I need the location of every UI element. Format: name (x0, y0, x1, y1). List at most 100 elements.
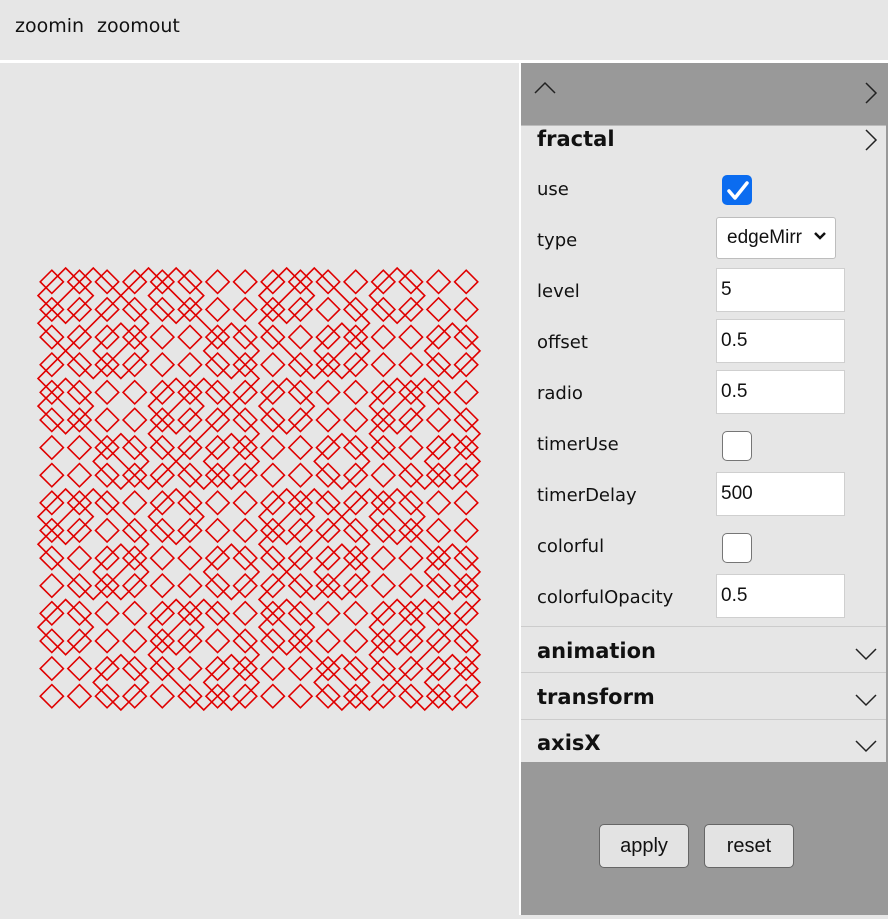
curve-segment (370, 324, 397, 350)
curve-segment (398, 545, 424, 571)
curve-segment (121, 600, 148, 627)
curve-segment (39, 655, 65, 682)
curve-segment (121, 628, 148, 654)
use-checkbox[interactable] (722, 175, 752, 205)
toolbar: zoomin zoomout (0, 0, 888, 60)
timeruse-checkbox[interactable] (722, 431, 752, 461)
curve-segment (177, 324, 203, 350)
section-divider (521, 672, 886, 673)
section-transform-title[interactable]: transform (537, 685, 655, 709)
offset-label: offset (537, 332, 588, 353)
section-divider (521, 719, 886, 720)
settings-panel: fractal use type edgeMirr level 5 offset… (521, 63, 888, 915)
colorful-label: colorful (537, 536, 605, 557)
curve-segment (36, 487, 150, 601)
colorfulopacity-input[interactable]: 0.5 (716, 574, 845, 618)
curve-segment (453, 517, 479, 544)
curve-segment (287, 655, 314, 682)
level-label: level (537, 281, 580, 302)
curve-segment (342, 628, 369, 654)
curve-segment (66, 683, 93, 709)
curve-segment (204, 296, 231, 323)
section-animation-title[interactable]: animation (537, 639, 656, 663)
curve-segment (453, 379, 479, 406)
chevron-right-icon[interactable] (864, 81, 878, 105)
curve-segment (36, 266, 261, 491)
curve-segment (257, 487, 482, 712)
curve-segment (342, 600, 369, 627)
colorful-checkbox[interactable] (722, 533, 752, 563)
curve-segment (147, 598, 261, 712)
curve-segment (370, 545, 397, 571)
curve-segment (66, 545, 93, 571)
curve-segment (370, 572, 397, 599)
radio-label: radio (537, 383, 583, 404)
panel-sections: fractal use type edgeMirr level 5 offset… (521, 125, 886, 762)
chevron-up-icon[interactable] (533, 81, 557, 95)
curve-segment (260, 434, 286, 461)
curve-segment (39, 572, 65, 599)
offset-input[interactable]: 0.5 (716, 319, 845, 363)
section-axisx-title[interactable]: axisX (537, 731, 601, 755)
curve-segment (315, 407, 341, 433)
curve-segment (177, 545, 203, 571)
curve-segment (232, 296, 258, 323)
curve-segment (204, 628, 231, 654)
curve-segment (94, 379, 120, 406)
drawing-canvas[interactable] (0, 63, 519, 915)
chevron-down-icon[interactable] (854, 739, 878, 753)
curve-segment (121, 490, 148, 516)
chevron-down-icon[interactable] (854, 693, 878, 707)
curve-segment (287, 324, 314, 350)
curve-segment (342, 379, 369, 406)
curve-segment (315, 296, 341, 323)
timerdelay-input[interactable]: 500 (716, 472, 845, 516)
panel-header (521, 63, 886, 125)
chevron-right-icon[interactable] (864, 128, 878, 152)
timerdelay-label: timerDelay (537, 485, 637, 506)
zoomin-button[interactable]: zoomin (15, 15, 84, 37)
curve-segment (66, 462, 93, 488)
curve-segment (257, 266, 371, 380)
apply-button[interactable]: apply (599, 824, 689, 868)
curve-segment (94, 600, 120, 627)
radio-input[interactable]: 0.5 (716, 370, 845, 414)
curve-segment (398, 434, 424, 461)
curve-segment (232, 600, 258, 627)
curve-segment (177, 655, 203, 682)
curve-segment (453, 296, 479, 323)
curve-segment (315, 628, 341, 654)
reset-button[interactable]: reset (704, 824, 794, 868)
curve-segment (39, 683, 65, 709)
timeruse-label: timerUse (537, 434, 619, 455)
curve-segment (232, 490, 258, 516)
curve-segment (149, 572, 176, 599)
colorfulopacity-label: colorfulOpacity (537, 587, 674, 608)
type-label: type (537, 230, 578, 251)
curve-segment (94, 628, 120, 654)
curve-segment (368, 377, 482, 491)
curve-segment (370, 351, 397, 378)
curve-segment (121, 407, 148, 433)
chevron-down-icon[interactable] (854, 647, 878, 661)
curve-segment (398, 351, 424, 378)
type-select[interactable]: edgeMirr (716, 217, 836, 259)
curve-segment (149, 351, 176, 378)
curve-segment (398, 572, 424, 599)
curve-segment (398, 324, 424, 350)
curve-segment (204, 490, 231, 516)
curve-segment (315, 600, 341, 627)
curve-segment (149, 683, 176, 709)
section-divider (521, 626, 886, 627)
level-input[interactable]: 5 (716, 268, 845, 312)
section-fractal-title[interactable]: fractal (537, 127, 615, 151)
curve-segment (453, 269, 479, 295)
curve-segment (260, 683, 286, 709)
curve-segment (232, 517, 258, 544)
curve-segment (260, 351, 286, 378)
curve-segment (177, 351, 203, 378)
zoomout-button[interactable]: zoomout (97, 15, 180, 37)
use-label: use (537, 179, 569, 200)
chevron-down-icon (814, 232, 826, 240)
curve-segment (66, 434, 93, 461)
